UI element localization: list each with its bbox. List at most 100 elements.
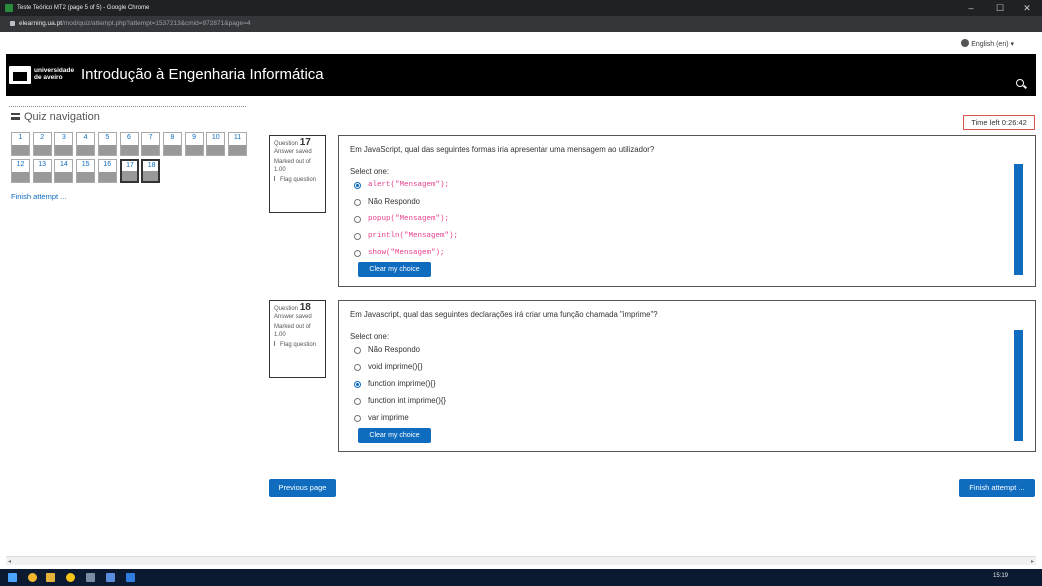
question-nav-button-1[interactable]: 1 — [11, 132, 30, 156]
browser-window: Teste Teórico MT2 (page 5 of 5) - Google… — [0, 0, 1042, 586]
question-nav-button-13[interactable]: 13 — [32, 159, 52, 183]
question-17-content: Em JavaScript, qual das seguintes formas… — [338, 135, 1036, 287]
quiz-navigation-title: Quiz navigation — [11, 111, 100, 123]
answer-option-label: function int imprime(){} — [368, 396, 446, 405]
radio-button[interactable] — [354, 347, 361, 354]
flag-question[interactable]: Flag question — [274, 176, 321, 184]
scroll-right-icon[interactable]: ▸ — [1031, 558, 1034, 565]
lock-icon — [10, 21, 15, 26]
answer-option-label: alert("Mensagem"); — [368, 181, 450, 189]
app-icon[interactable] — [126, 573, 135, 582]
question-18-info: Question 18 Answer saved Marked out of 1… — [269, 300, 326, 378]
language-label: English (en) ▾ — [971, 41, 1014, 48]
language-menu[interactable]: English (en) ▾ — [961, 39, 1014, 48]
question-18-scroll-indicator — [1014, 330, 1023, 441]
question-nav-number: 1 — [18, 134, 23, 141]
question-nav-button-6[interactable]: 6 — [119, 132, 139, 156]
question-nav-number: 7 — [148, 134, 153, 141]
horizontal-scrollbar[interactable]: ◂ ▸ — [6, 556, 1036, 565]
radio-button[interactable] — [354, 182, 361, 189]
flag-icon — [274, 341, 278, 346]
question-nav-button-14[interactable]: 14 — [54, 159, 74, 183]
question-nav-number: 4 — [83, 134, 88, 141]
flag-question[interactable]: Flag question — [274, 341, 321, 349]
question-nav-number: 3 — [61, 134, 66, 141]
taskbar-clock[interactable]: 15:19 — [993, 573, 1008, 579]
question-nav-number: 14 — [59, 161, 68, 168]
answer-option-label: popup("Mensagem"); — [368, 215, 450, 223]
finish-attempt-button[interactable]: Finish attempt ... — [959, 479, 1035, 497]
question-nav-button-5[interactable]: 5 — [97, 132, 117, 156]
question-state: Answer saved — [274, 314, 312, 320]
answer-option-label: void imprime(){} — [368, 362, 423, 371]
select-one-label: Select one: — [350, 332, 390, 341]
radio-button[interactable] — [354, 250, 361, 257]
question-nav-button-3[interactable]: 3 — [54, 132, 74, 156]
clear-choice-button[interactable]: Clear my choice — [358, 262, 431, 277]
question-nav-number: 18 — [147, 162, 156, 169]
maximize-button[interactable]: ☐ — [987, 0, 1013, 16]
university-logo-icon[interactable] — [9, 66, 31, 84]
question-nav-button-16[interactable]: 16 — [97, 159, 117, 183]
menu-icon — [11, 113, 20, 120]
scroll-left-icon[interactable]: ◂ — [8, 558, 11, 565]
radio-button[interactable] — [354, 415, 361, 422]
favicon-icon — [5, 4, 13, 12]
question-nav-number: 17 — [126, 162, 134, 169]
question-grade: Marked out of 1.00 — [274, 159, 311, 173]
question-nav-button-10[interactable]: 10 — [206, 132, 226, 156]
clear-choice-button[interactable]: Clear my choice — [358, 428, 431, 443]
radio-button[interactable] — [354, 381, 361, 388]
radio-button[interactable] — [354, 364, 361, 371]
minimize-button[interactable]: – — [958, 0, 984, 16]
globe-icon — [961, 39, 970, 47]
question-nav-button-12[interactable]: 12 — [11, 159, 30, 183]
answer-option-label: Não Respondo — [368, 197, 421, 206]
answer-option-label: function imprime(){} — [368, 379, 436, 388]
search-icon[interactable] — [1016, 79, 1024, 87]
app-icon[interactable] — [106, 573, 115, 582]
question-nav-button-11[interactable]: 11 — [228, 132, 247, 156]
question-nav-button-7[interactable]: 7 — [141, 132, 161, 156]
window-titlebar: Teste Teórico MT2 (page 5 of 5) - Google… — [0, 0, 1042, 16]
answer-option-label: var imprime — [368, 413, 409, 422]
window-title: Teste Teórico MT2 (page 5 of 5) - Google… — [17, 5, 150, 11]
close-button[interactable]: ✕ — [1014, 0, 1040, 16]
answer-option-label: println("Mensagem"); — [368, 232, 459, 240]
app-icon[interactable] — [86, 573, 95, 582]
question-nav-number: 9 — [192, 134, 197, 141]
question-nav-number: 11 — [233, 134, 242, 141]
select-one-label: Select one: — [350, 167, 390, 176]
previous-page-button[interactable]: Previous page — [269, 479, 336, 497]
site-header: universidade de aveiro Introdução à Engen… — [6, 54, 1036, 96]
question-nav-number: 5 — [105, 134, 110, 141]
chrome-icon[interactable] — [28, 573, 37, 582]
radio-button[interactable] — [354, 233, 361, 240]
address-bar[interactable]: elearning.ua.pt/mod/quiz/attempt.php?att… — [0, 16, 1042, 32]
question-number: Question 17 — [274, 137, 311, 148]
logo-text: universidade de aveiro — [34, 67, 75, 81]
site-title[interactable]: Introdução à Engenharia Informática — [81, 66, 324, 83]
radio-button[interactable] — [354, 216, 361, 223]
url-text[interactable]: elearning.ua.pt/mod/quiz/attempt.php?att… — [19, 16, 250, 32]
finish-attempt-link[interactable]: Finish attempt ... — [11, 192, 66, 201]
question-nav-button-8[interactable]: 8 — [162, 132, 182, 156]
question-nav-button-17[interactable]: 17 — [119, 159, 139, 183]
question-nav-button-15[interactable]: 15 — [76, 159, 96, 183]
start-icon[interactable] — [8, 573, 17, 582]
question-nav-number: 15 — [81, 161, 90, 168]
answer-option-label: Não Respondo — [368, 345, 421, 354]
question-nav-button-4[interactable]: 4 — [76, 132, 96, 156]
radio-button[interactable] — [354, 199, 361, 206]
question-18-content: Em Javascript, qual das seguintes declar… — [338, 300, 1036, 452]
question-nav-button-9[interactable]: 9 — [184, 132, 204, 156]
flag-icon — [274, 176, 278, 181]
app-icon[interactable] — [66, 573, 75, 582]
question-17-info: Question 17 Answer saved Marked out of 1… — [269, 135, 326, 213]
question-nav-number: 13 — [38, 161, 47, 168]
question-nav-button-2[interactable]: 2 — [32, 132, 52, 156]
file-explorer-icon[interactable] — [46, 573, 55, 582]
question-nav-button-18[interactable]: 18 — [141, 159, 161, 183]
quiz-navigation-block: Quiz navigation 1 2 3 4 5 6 7 8 9 10 11 12 13 14 15 16 1… — [9, 106, 247, 201]
radio-button[interactable] — [354, 398, 361, 405]
